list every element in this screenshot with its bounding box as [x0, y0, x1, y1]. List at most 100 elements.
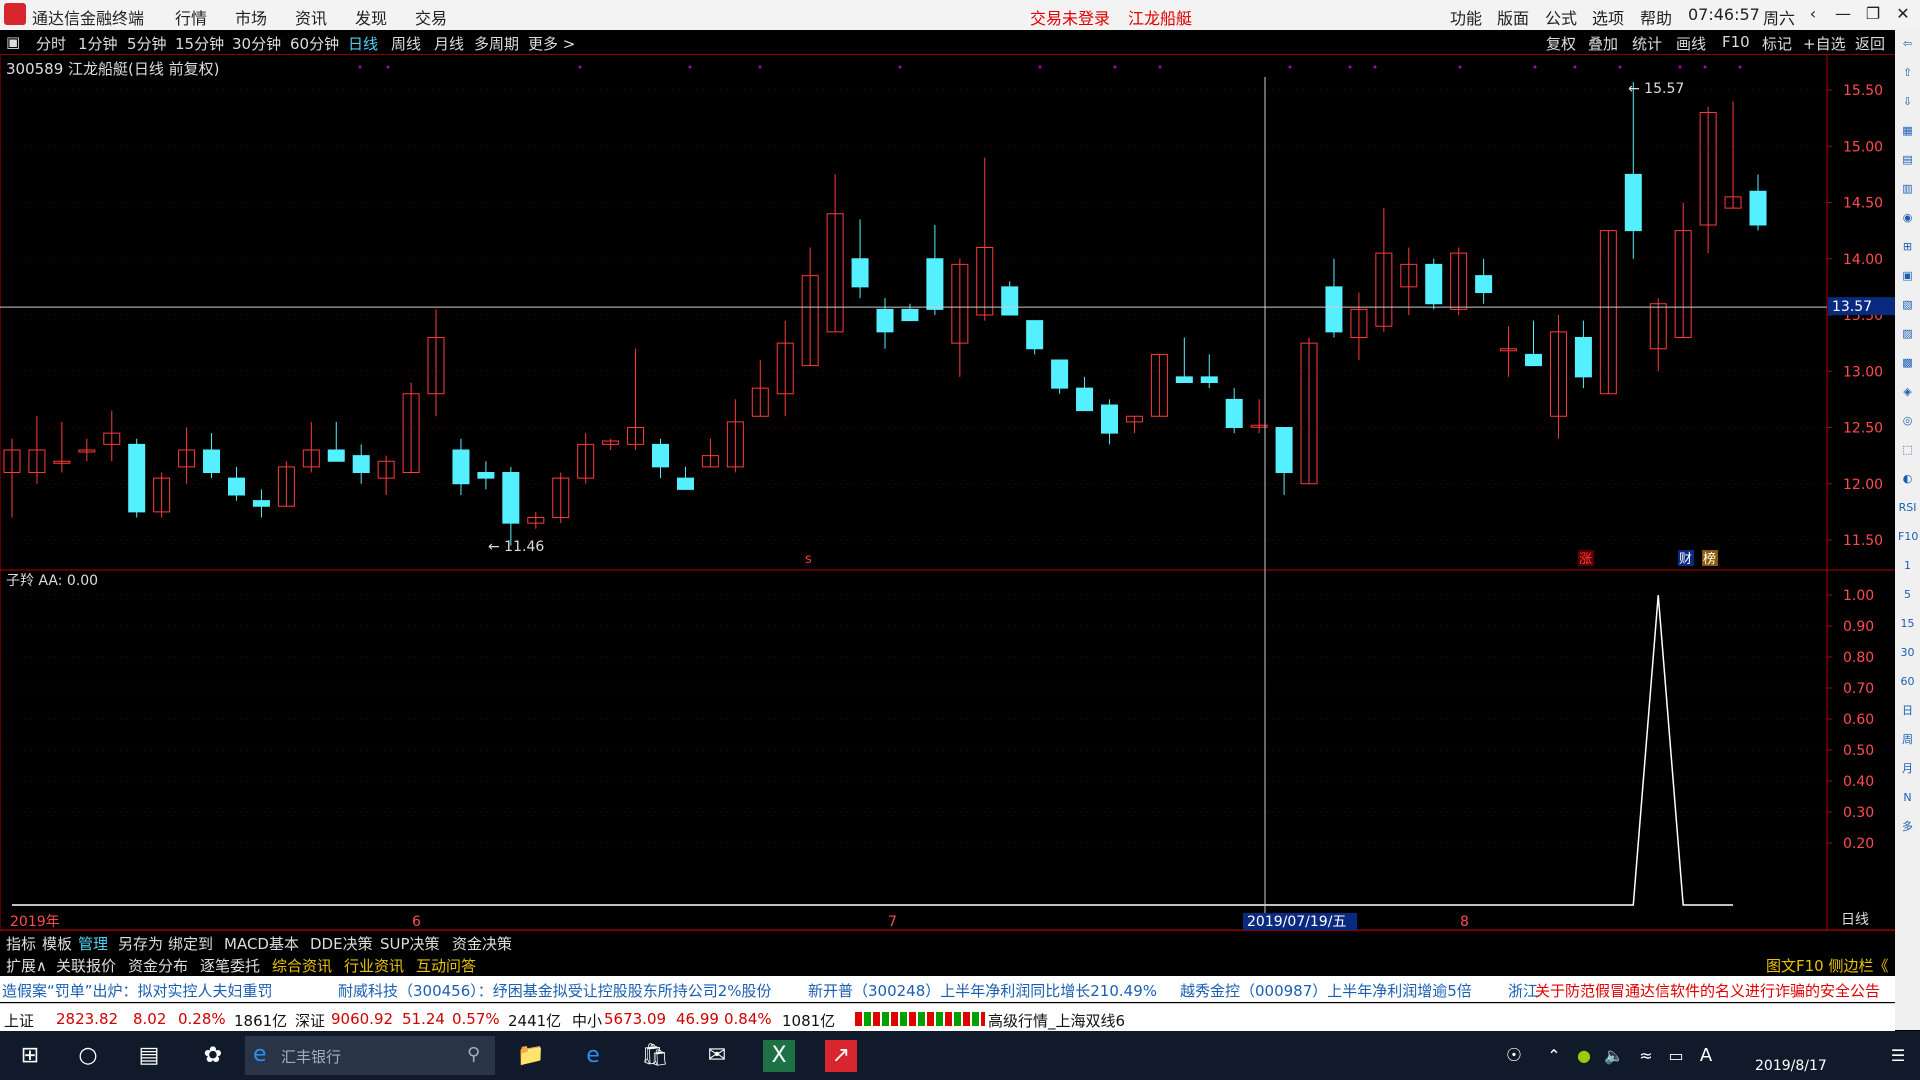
indicator-tab-2[interactable]: 管理: [78, 933, 108, 954]
menu-shichang[interactable]: 市场: [235, 5, 267, 29]
menu-faxian[interactable]: 发现: [355, 5, 387, 29]
period-1min[interactable]: 1分钟: [78, 33, 118, 54]
sidebar-tool-icon[interactable]: ▥: [1898, 179, 1917, 198]
sidebar-label-5[interactable]: 30: [1898, 643, 1917, 662]
tray-app-icon[interactable]: ●: [1568, 1040, 1600, 1072]
sidebar-label-10[interactable]: N: [1898, 788, 1917, 807]
security-notice[interactable]: 关于防范假冒通达信软件的名义进行诈骗的安全公告: [1535, 980, 1880, 1001]
tongji-button[interactable]: 统计: [1632, 33, 1662, 54]
news-item[interactable]: 新开普（300248）上半年净利润同比增长210.49%: [808, 980, 1157, 1001]
extension-tab-0[interactable]: 扩展∧: [6, 955, 47, 976]
sidebar-tool-icon[interactable]: ⇩: [1898, 92, 1917, 111]
news-item[interactable]: 耐威科技（300456）：纾困基金拟受让控股股东所持公司2%股份: [338, 980, 772, 1001]
sidebar-label-3[interactable]: 5: [1898, 585, 1917, 604]
sidebar-label-1[interactable]: F10: [1898, 527, 1918, 546]
person-icon[interactable]: ☉: [1498, 1040, 1530, 1072]
indicator-tab-5[interactable]: MACD基本: [224, 933, 299, 954]
tdx-app-icon[interactable]: ↗: [825, 1040, 857, 1072]
diejia-button[interactable]: 叠加: [1588, 33, 1618, 54]
fuquan-button[interactable]: 复权: [1546, 33, 1576, 54]
sidebar-tool-icon[interactable]: ⇦: [1898, 34, 1917, 53]
taskbar-search[interactable]: e 汇丰银行 ⚲: [245, 1036, 495, 1075]
extension-tab-1[interactable]: 关联报价: [56, 955, 116, 976]
indicator-tab-7[interactable]: SUP决策: [380, 933, 440, 954]
back-icon[interactable]: ‹: [1800, 4, 1826, 23]
notification-icon[interactable]: ☰: [1882, 1040, 1914, 1072]
sidebar-label-11[interactable]: 多: [1898, 817, 1917, 836]
mail-icon[interactable]: ✉: [701, 1040, 733, 1072]
task-view-icon[interactable]: ▤: [133, 1040, 165, 1072]
layout-toggle-icon[interactable]: ▣: [6, 33, 20, 51]
sidebar-tool-icon[interactable]: ▧: [1898, 295, 1917, 314]
sidebar-tool-icon[interactable]: ◈: [1898, 382, 1917, 401]
period-30min[interactable]: 30分钟: [232, 33, 281, 54]
indicator-tab-6[interactable]: DDE决策: [310, 933, 373, 954]
period-daily[interactable]: 日线: [348, 33, 378, 54]
cortana-icon[interactable]: ○: [72, 1040, 104, 1072]
indicator-tab-8[interactable]: 资金决策: [452, 933, 512, 954]
news-item[interactable]: 浙江: [1508, 980, 1538, 1001]
menu-bangzhu[interactable]: 帮助: [1640, 5, 1672, 29]
taskbar-date[interactable]: 2019/8/17: [1755, 1058, 1827, 1074]
indicator-tab-0[interactable]: 指标: [6, 933, 36, 954]
network-icon[interactable]: ≈: [1630, 1040, 1662, 1072]
ime-indicator[interactable]: A: [1690, 1040, 1722, 1072]
tray-expand-icon[interactable]: ⌃: [1538, 1040, 1570, 1072]
indicator-tab-4[interactable]: 绑定到: [168, 933, 213, 954]
zx-label[interactable]: 中小: [572, 1010, 602, 1031]
sz-label[interactable]: 深证: [295, 1010, 325, 1031]
sidebar-tool-icon[interactable]: ⊞: [1898, 237, 1917, 256]
return-button[interactable]: 返回: [1855, 33, 1885, 54]
biaoji-button[interactable]: 标记: [1762, 33, 1792, 54]
menu-gongneng[interactable]: 功能: [1450, 5, 1482, 29]
windows-start-icon[interactable]: ⊞: [14, 1040, 46, 1072]
period-weekly[interactable]: 周线: [391, 33, 421, 54]
sh-label[interactable]: 上证: [4, 1010, 34, 1031]
sidebar-tool-icon[interactable]: ◎: [1898, 411, 1917, 430]
sidebar-label-7[interactable]: 日: [1898, 701, 1917, 720]
store-icon[interactable]: 🛍: [639, 1040, 671, 1072]
indicator-tab-3[interactable]: 另存为: [118, 933, 163, 954]
extension-tab-4[interactable]: 综合资讯: [272, 955, 332, 976]
menu-zixun[interactable]: 资讯: [295, 5, 327, 29]
sidebar-tool-icon[interactable]: ◐: [1898, 469, 1917, 488]
menu-jiaoyi[interactable]: 交易: [415, 5, 447, 29]
sidebar-tool-icon[interactable]: ⬚: [1898, 440, 1917, 459]
period-60min[interactable]: 60分钟: [290, 33, 339, 54]
period-more[interactable]: 更多 >: [528, 33, 575, 54]
news-item[interactable]: 造假案“罚单”出炉：拟对实控人夫妇重罚: [2, 980, 273, 1001]
sidebar-tool-icon[interactable]: ▣: [1898, 266, 1917, 285]
edge-icon[interactable]: e: [577, 1040, 609, 1072]
excel-icon[interactable]: X: [763, 1040, 795, 1072]
menu-banmian[interactable]: 版面: [1497, 5, 1529, 29]
sidebar-tool-icon[interactable]: ⇧: [1898, 63, 1917, 82]
extension-tab-5[interactable]: 行业资讯: [344, 955, 404, 976]
sidebar-tool-icon[interactable]: ▩: [1898, 353, 1917, 372]
menu-gongshi[interactable]: 公式: [1545, 5, 1577, 29]
login-status[interactable]: 交易未登录: [1030, 5, 1110, 29]
close-icon[interactable]: ✕: [1890, 4, 1916, 23]
add-favorite-button[interactable]: +自选: [1803, 33, 1846, 54]
period-monthly[interactable]: 月线: [434, 33, 464, 54]
sidebar-label-8[interactable]: 周: [1898, 730, 1917, 749]
sidebar-tool-icon[interactable]: ▦: [1898, 121, 1917, 140]
sidebar-toggle-tab[interactable]: 图文F10 侧边栏《: [1766, 955, 1888, 976]
period-5min[interactable]: 5分钟: [127, 33, 167, 54]
f10-button[interactable]: F10: [1722, 33, 1750, 51]
extension-tab-6[interactable]: 互动问答: [416, 955, 476, 976]
extension-tab-2[interactable]: 资金分布: [128, 955, 188, 976]
huaxian-button[interactable]: 画线: [1676, 33, 1706, 54]
period-15min[interactable]: 15分钟: [175, 33, 224, 54]
battery-icon[interactable]: ▭: [1660, 1040, 1692, 1072]
sidebar-tool-icon[interactable]: ▨: [1898, 324, 1917, 343]
indicator-tab-1[interactable]: 模板: [42, 933, 72, 954]
extension-tab-3[interactable]: 逐笔委托: [200, 955, 260, 976]
menu-hangqing[interactable]: 行情: [175, 5, 207, 29]
sidebar-label-0[interactable]: RSI: [1898, 498, 1917, 517]
minimize-icon[interactable]: —: [1830, 4, 1856, 23]
period-multi[interactable]: 多周期: [474, 33, 519, 54]
sidebar-tool-icon[interactable]: ◉: [1898, 208, 1917, 227]
server-name[interactable]: 高级行情_上海双线6: [988, 1010, 1125, 1031]
file-explorer-icon[interactable]: 📁: [515, 1040, 547, 1072]
menu-xuanxiang[interactable]: 选项: [1592, 5, 1624, 29]
